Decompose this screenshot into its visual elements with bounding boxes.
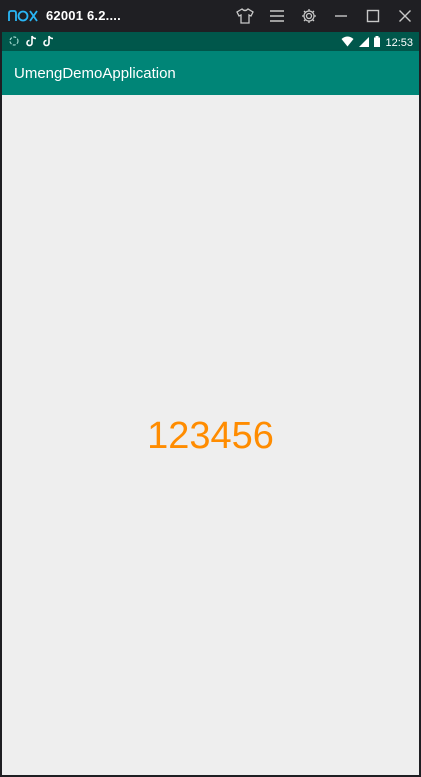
maximize-icon[interactable] bbox=[363, 6, 383, 26]
minimize-icon[interactable] bbox=[331, 6, 351, 26]
battery-icon bbox=[374, 34, 381, 52]
center-number-text: 123456 bbox=[147, 415, 274, 457]
window-title: 62001 6.2.... bbox=[46, 8, 121, 23]
main-content: 123456 bbox=[2, 95, 419, 775]
emulator-title-bar: 62001 6.2.... bbox=[0, 0, 421, 32]
nox-logo-icon bbox=[8, 8, 38, 24]
sync-icon bbox=[8, 34, 20, 52]
wifi-icon bbox=[341, 34, 354, 52]
tiktok-icon bbox=[43, 34, 54, 52]
android-status-bar: 12:53 bbox=[2, 32, 419, 51]
gear-icon[interactable] bbox=[299, 6, 319, 26]
close-icon[interactable] bbox=[395, 6, 415, 26]
tiktok-icon bbox=[26, 34, 37, 52]
app-title: UmengDemoApplication bbox=[14, 65, 176, 82]
menu-icon[interactable] bbox=[267, 6, 287, 26]
shirt-icon[interactable] bbox=[235, 6, 255, 26]
app-toolbar: UmengDemoApplication bbox=[2, 51, 419, 95]
device-screen: 12:53 UmengDemoApplication 123456 bbox=[2, 32, 419, 775]
signal-icon bbox=[359, 34, 370, 52]
status-time: 12:53 bbox=[385, 37, 413, 49]
